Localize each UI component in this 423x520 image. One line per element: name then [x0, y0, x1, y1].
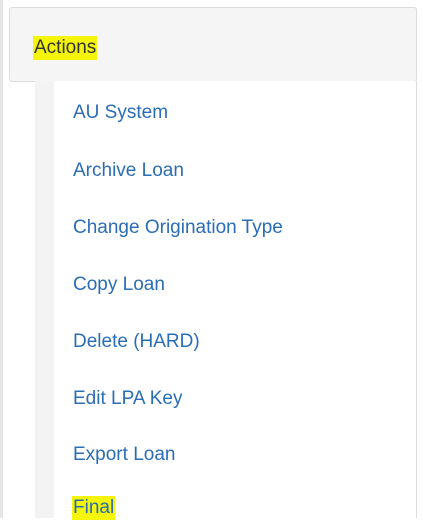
menu-item-copy-loan[interactable]: Copy Loan — [73, 273, 165, 297]
actions-panel: Actions AU System Archive Loan Change Or… — [9, 0, 417, 520]
menu-item-edit-lpa-key[interactable]: Edit LPA Key — [73, 387, 183, 411]
menu-item-au-system[interactable]: AU System — [73, 101, 168, 125]
menu-item-final[interactable]: Final — [72, 496, 116, 520]
menu-indent-rail — [35, 81, 54, 518]
menu-item-change-origination-type[interactable]: Change Origination Type — [73, 216, 283, 240]
actions-panel-title: Actions — [33, 36, 98, 60]
actions-panel-header[interactable]: Actions — [9, 7, 417, 82]
left-edge-border — [0, 0, 3, 518]
menu-item-delete-hard[interactable]: Delete (HARD) — [73, 330, 200, 354]
menu-item-archive-loan[interactable]: Archive Loan — [73, 159, 184, 183]
menu-item-export-loan[interactable]: Export Loan — [73, 443, 175, 467]
